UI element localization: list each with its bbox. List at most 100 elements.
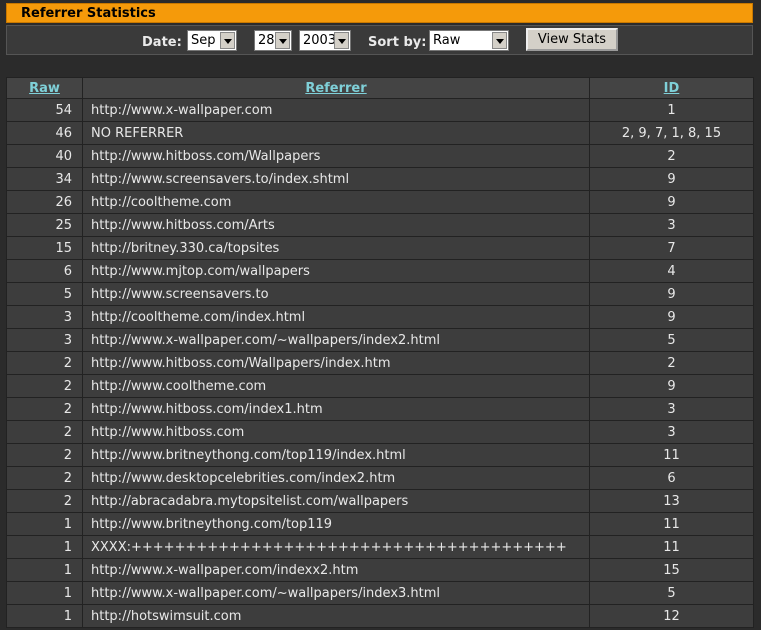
day-value: 28 xyxy=(258,33,275,48)
referrer-url: http://www.britneythong.com/top119/index… xyxy=(82,443,590,467)
referrer-id: 3 xyxy=(589,397,754,421)
table-row: 2 http://www.cooltheme.com 9 xyxy=(6,374,754,398)
referrer-id: 11 xyxy=(589,535,754,559)
page-title: Referrer Statistics xyxy=(21,6,156,21)
raw-count: 26 xyxy=(6,190,83,214)
referrer-id: 11 xyxy=(589,443,754,467)
header-raw: Raw xyxy=(6,77,83,99)
raw-count: 2 xyxy=(6,466,83,490)
referrer-url: http://www.x-wallpaper.com/~wallpapers/i… xyxy=(82,581,590,605)
raw-count: 1 xyxy=(6,581,83,605)
table-row: 2 http://www.desktopcelebrities.com/index… xyxy=(6,466,754,490)
raw-count: 25 xyxy=(6,213,83,237)
referrer-id: 3 xyxy=(589,213,754,237)
referrer-id: 2 xyxy=(589,144,754,168)
referrer-url: http://cooltheme.com xyxy=(82,190,590,214)
referrer-url: http://www.mjtop.com/wallpapers xyxy=(82,259,590,283)
day-select[interactable]: 28 xyxy=(254,30,292,51)
table-row: 1 http://hotswimsuit.com 12 xyxy=(6,604,754,628)
table-row: 1 http://www.x-wallpaper.com/~wallpapers/… xyxy=(6,581,754,605)
table-row: 46 NO REFERRER 2, 9, 7, 1, 8, 15 xyxy=(6,121,754,145)
raw-count: 1 xyxy=(6,558,83,582)
raw-count: 54 xyxy=(6,98,83,122)
referrer-url: http://www.hitboss.com/Wallpapers/index.… xyxy=(82,351,590,375)
referrer-url: http://britney.330.ca/topsites xyxy=(82,236,590,260)
referrer-id: 2 xyxy=(589,351,754,375)
controls-bar: Date: Sep 28 2003 Sort by: Raw View Stat… xyxy=(6,25,753,55)
raw-count: 2 xyxy=(6,443,83,467)
raw-count: 1 xyxy=(6,604,83,628)
header-referrer: Referrer xyxy=(82,77,590,99)
referrer-id: 12 xyxy=(589,604,754,628)
referrer-id: 5 xyxy=(589,328,754,352)
table-row: 2 http://www.hitboss.com 3 xyxy=(6,420,754,444)
raw-count: 2 xyxy=(6,351,83,375)
raw-count: 6 xyxy=(6,259,83,283)
referrer-id: 9 xyxy=(589,282,754,306)
table-row: 15 http://britney.330.ca/topsites 7 xyxy=(6,236,754,260)
referrer-id: 3 xyxy=(589,420,754,444)
chevron-down-icon[interactable] xyxy=(492,32,507,49)
referrer-id: 7 xyxy=(589,236,754,260)
referrer-url: http://www.hitboss.com/Arts xyxy=(82,213,590,237)
referrer-url: XXXX:+++++++++++++++++++++++++++++++++++… xyxy=(82,535,590,559)
year-select[interactable]: 2003 xyxy=(299,30,351,51)
table-header-row: Raw Referrer ID xyxy=(6,77,754,99)
raw-count: 1 xyxy=(6,535,83,559)
raw-count: 2 xyxy=(6,489,83,513)
table-row: 5 http://www.screensavers.to 9 xyxy=(6,282,754,306)
referrer-id: 2, 9, 7, 1, 8, 15 xyxy=(589,121,754,145)
year-value: 2003 xyxy=(303,33,337,48)
raw-count: 2 xyxy=(6,374,83,398)
raw-count: 34 xyxy=(6,167,83,191)
sort-value: Raw xyxy=(433,33,461,48)
table-row: 26 http://cooltheme.com 9 xyxy=(6,190,754,214)
referrer-url: http://www.hitboss.com/index1.htm xyxy=(82,397,590,421)
raw-count: 3 xyxy=(6,328,83,352)
raw-count: 15 xyxy=(6,236,83,260)
sort-raw-link[interactable]: Raw xyxy=(29,81,60,96)
table-row: 54 http://www.x-wallpaper.com 1 xyxy=(6,98,754,122)
referrer-id: 9 xyxy=(589,374,754,398)
raw-count: 46 xyxy=(6,121,83,145)
table-row: 2 http://www.hitboss.com/Wallpapers/index… xyxy=(6,351,754,375)
table-row: 2 http://www.britneythong.com/top119/inde… xyxy=(6,443,754,467)
referrer-url: http://www.desktopcelebrities.com/index2… xyxy=(82,466,590,490)
table-row: 1 XXXX:++++++++++++++++++++++++++++++++++… xyxy=(6,535,754,559)
sort-id-link[interactable]: ID xyxy=(664,81,680,96)
referrer-url: http://cooltheme.com/index.html xyxy=(82,305,590,329)
table-row: 3 http://www.x-wallpaper.com/~wallpapers/… xyxy=(6,328,754,352)
raw-count: 5 xyxy=(6,282,83,306)
referrer-url: http://www.hitboss.com xyxy=(82,420,590,444)
table-row: 1 http://www.x-wallpaper.com/indexx2.htm 1… xyxy=(6,558,754,582)
chevron-down-icon[interactable] xyxy=(220,32,235,49)
referrer-id: 1 xyxy=(589,98,754,122)
table-row: 25 http://www.hitboss.com/Arts 3 xyxy=(6,213,754,237)
raw-count: 2 xyxy=(6,420,83,444)
sort-select[interactable]: Raw xyxy=(429,30,509,51)
chevron-down-icon[interactable] xyxy=(275,32,290,49)
table-row: 3 http://cooltheme.com/index.html 9 xyxy=(6,305,754,329)
chevron-down-icon[interactable] xyxy=(334,32,349,49)
date-label: Date: xyxy=(142,35,182,50)
referrer-id: 9 xyxy=(589,167,754,191)
referrer-url: http://www.x-wallpaper.com xyxy=(82,98,590,122)
referrer-id: 9 xyxy=(589,305,754,329)
referrer-id: 9 xyxy=(589,190,754,214)
view-stats-button[interactable]: View Stats xyxy=(526,28,618,51)
month-value: Sep xyxy=(191,33,216,48)
referrer-url: http://hotswimsuit.com xyxy=(82,604,590,628)
raw-count: 40 xyxy=(6,144,83,168)
referrer-id: 15 xyxy=(589,558,754,582)
referrer-url: http://www.cooltheme.com xyxy=(82,374,590,398)
referrer-id: 11 xyxy=(589,512,754,536)
table-row: 40 http://www.hitboss.com/Wallpapers 2 xyxy=(6,144,754,168)
table-row: 34 http://www.screensavers.to/index.shtml… xyxy=(6,167,754,191)
sort-referrer-link[interactable]: Referrer xyxy=(305,81,366,96)
month-select[interactable]: Sep xyxy=(187,30,237,51)
referrer-id: 13 xyxy=(589,489,754,513)
referrer-url: http://www.x-wallpaper.com/indexx2.htm xyxy=(82,558,590,582)
referrer-id: 4 xyxy=(589,259,754,283)
referrer-url: http://www.screensavers.to xyxy=(82,282,590,306)
referrer-url: NO REFERRER xyxy=(82,121,590,145)
